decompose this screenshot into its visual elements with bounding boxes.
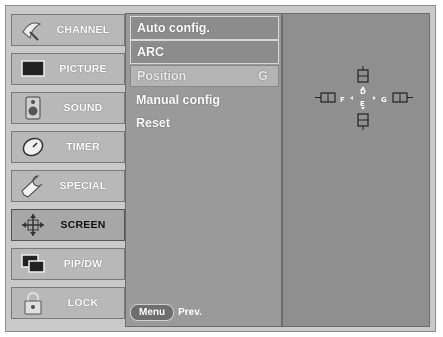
sidebar-item-label: PICTURE [59, 63, 107, 75]
sidebar-item-label: PIP/DW [63, 258, 103, 270]
menu-footer: Menu Prev. [130, 303, 279, 321]
sidebar-item-sound[interactable]: SOUND [11, 92, 125, 124]
sidebar-item-label: SOUND [63, 102, 103, 114]
pip-icon [18, 251, 48, 277]
preview-panel: D E F G [282, 13, 430, 327]
position-arrows-icon [315, 66, 413, 130]
lock-icon [18, 290, 48, 316]
prev-label: Prev. [178, 306, 202, 318]
sidebar-item-timer[interactable]: TIMER [11, 131, 125, 163]
sidebar: CHANNEL PICTURE SOUND TIMER SPECIAL SCRE… [11, 14, 126, 324]
clock-icon [18, 134, 48, 160]
position-label-left: F [340, 96, 345, 104]
sidebar-item-special[interactable]: SPECIAL [11, 170, 125, 202]
sidebar-item-label: LOCK [67, 297, 99, 309]
menu-item-arc[interactable]: ARC [130, 40, 279, 64]
menu-item-key: G [258, 69, 268, 83]
sidebar-item-label: SPECIAL [59, 180, 107, 192]
menu-item-label: Position [137, 69, 187, 83]
sidebar-item-label: SCREEN [60, 219, 106, 231]
position-label-up: D [360, 88, 366, 96]
sidebar-item-channel[interactable]: CHANNEL [11, 14, 125, 46]
menu-item-label: Reset [136, 116, 171, 130]
sidebar-item-label: CHANNEL [56, 24, 110, 36]
sidebar-item-screen[interactable]: SCREEN [11, 209, 125, 241]
menu-item-label: Auto config. [137, 21, 210, 35]
position-label-down: E [360, 100, 365, 108]
menu-item-label: ARC [137, 45, 165, 59]
screen-menu: Auto config. ARC Position G Manual confi… [125, 13, 282, 327]
menu-item-auto-config[interactable]: Auto config. [130, 16, 279, 40]
sidebar-item-picture[interactable]: PICTURE [11, 53, 125, 85]
sidebar-item-label: TIMER [66, 141, 100, 153]
screen-adjust-icon [18, 212, 48, 238]
monitor-icon [18, 56, 48, 82]
sidebar-item-pip[interactable]: PIP/DW [11, 248, 125, 280]
position-diagram: D E F G [315, 66, 415, 136]
position-label-right: G [381, 96, 387, 104]
menu-item-label: Manual config [136, 93, 221, 107]
speaker-icon [18, 95, 48, 121]
sidebar-item-lock[interactable]: LOCK [11, 287, 125, 319]
wrench-icon [18, 173, 48, 199]
menu-item-manual-config[interactable]: Manual config [130, 89, 279, 111]
tv-menu-screen: CHANNEL PICTURE SOUND TIMER SPECIAL SCRE… [5, 5, 436, 332]
satellite-dish-icon [18, 17, 48, 43]
menu-button[interactable]: Menu [130, 303, 175, 321]
menu-item-reset[interactable]: Reset [130, 112, 279, 134]
menu-item-position[interactable]: Position G [130, 65, 279, 87]
